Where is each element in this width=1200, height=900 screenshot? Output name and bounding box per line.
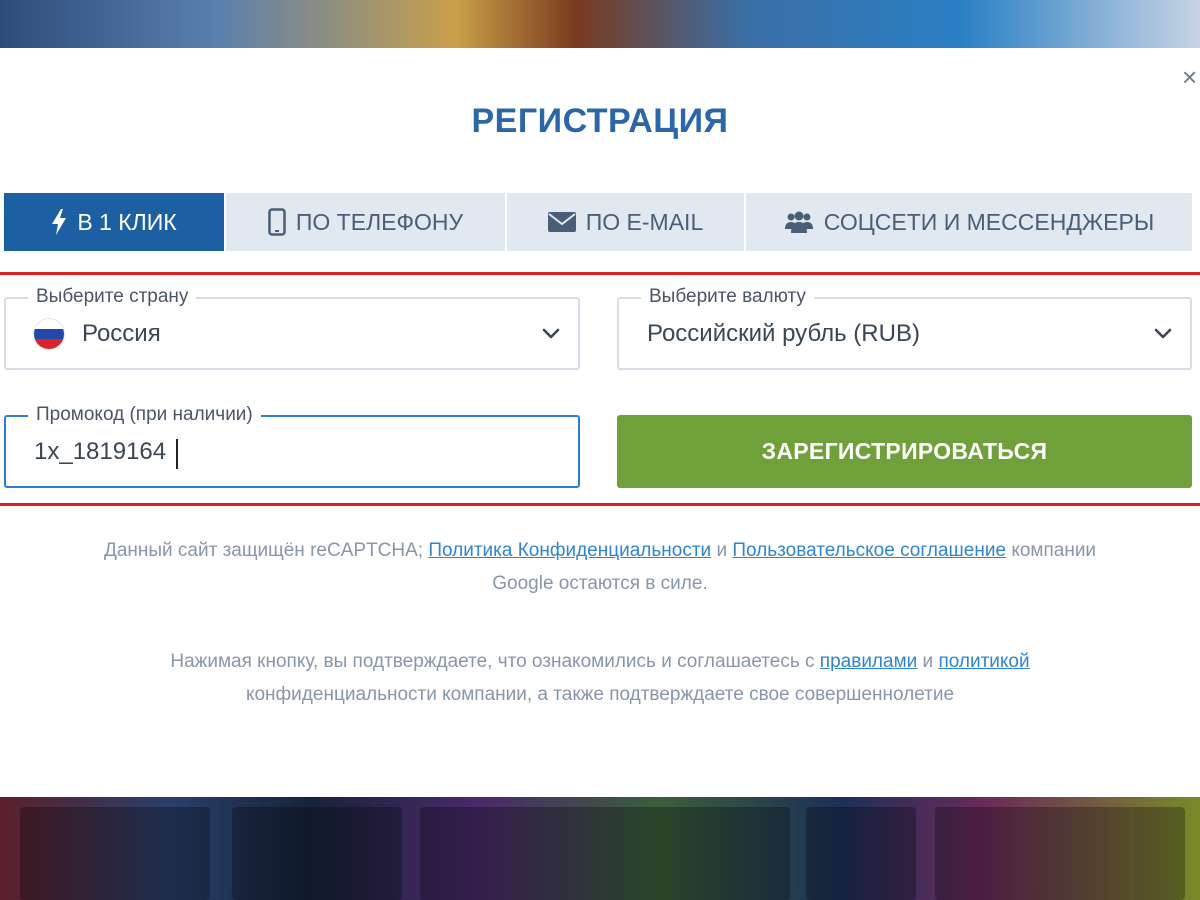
lightning-icon [52,209,67,235]
tab-label: В 1 КЛИК [77,208,177,235]
tab-label: ПО E-MAIL [585,208,704,235]
envelope-icon [547,212,576,232]
tab-by-phone[interactable]: ПО ТЕЛЕФОНУ [226,193,505,251]
register-button[interactable]: ЗАРЕГИСТРИРОВАТЬСЯ [617,415,1192,488]
game-tile [420,807,790,900]
recaptcha-note: Данный сайт защищён reCAPTCHA; Политика … [0,534,1200,600]
tab-label: ПО ТЕЛЕФОНУ [295,208,464,235]
text-caret [176,439,178,469]
users-icon [784,211,813,233]
terms-link[interactable]: Пользовательское соглашение [732,540,1006,561]
consent-note-line1: Нажимая кнопку, вы подтверждаете, что оз… [0,645,1200,678]
chevron-down-icon [542,328,560,338]
recaptcha-suffix: компании [1011,540,1097,561]
tab-by-email[interactable]: ПО E-MAIL [507,193,744,251]
background-banner-top [0,0,1200,48]
consent-note: Нажимая кнопку, вы подтверждаете, что оз… [0,645,1200,711]
game-tile [232,807,402,900]
recaptcha-note-line2: Google остаются в силе. [492,573,708,594]
promo-code-field[interactable]: Промокод (при наличии) [4,403,580,488]
phone-icon [268,208,286,236]
recaptcha-prefix: Данный сайт защищён reCAPTCHA; [103,540,424,561]
highlight-line-top [0,272,1200,275]
background-banner-bottom [0,797,1200,900]
modal-title: РЕГИСТРАЦИЯ [471,102,729,140]
highlight-line-bottom [0,503,1200,506]
game-tile [806,807,916,900]
close-icon[interactable]: × [1182,62,1200,92]
currency-value: Российский рубль (RUB) [647,319,920,347]
game-tile [20,807,210,900]
registration-modal: × РЕГИСТРАЦИЯ В 1 КЛИК ПО ТЕЛЕФОНУ ПО E-… [0,48,1200,797]
consent-prefix: Нажимая кнопку, вы подтверждаете, что оз… [170,651,815,672]
promo-code-input[interactable] [34,417,554,486]
game-tile [935,807,1185,900]
russia-flag-icon [34,318,64,349]
privacy-policy-link[interactable]: Политика Конфиденциальности [428,540,711,561]
policy-link[interactable]: политикой [938,651,1029,672]
currency-value-wrap: Российский рубль (RUB) [647,299,920,368]
tab-label: СОЦСЕТИ И МЕССЕНДЖЕРЫ [823,208,1155,235]
consent-and: и [922,651,934,672]
currency-select[interactable]: Выберите валюту Российский рубль (RUB) [617,285,1192,370]
country-value: Россия [82,319,161,347]
tab-social-messengers[interactable]: СОЦСЕТИ И МЕССЕНДЖЕРЫ [746,193,1192,251]
chevron-down-icon [1154,328,1172,338]
country-select[interactable]: Выберите страну Россия [4,285,580,370]
tab-one-click[interactable]: В 1 КЛИК [4,193,224,251]
country-value-wrap: Россия [34,299,161,368]
rules-link[interactable]: правилами [820,651,917,672]
recaptcha-and: и [716,540,728,561]
registration-method-tabs: В 1 КЛИК ПО ТЕЛЕФОНУ ПО E-MAIL СОЦСЕТИ И… [4,193,1192,251]
consent-note-line2: конфиденциальности компании, а также под… [245,684,955,705]
recaptcha-note-line1: Данный сайт защищён reCAPTCHA; Политика … [0,534,1200,567]
